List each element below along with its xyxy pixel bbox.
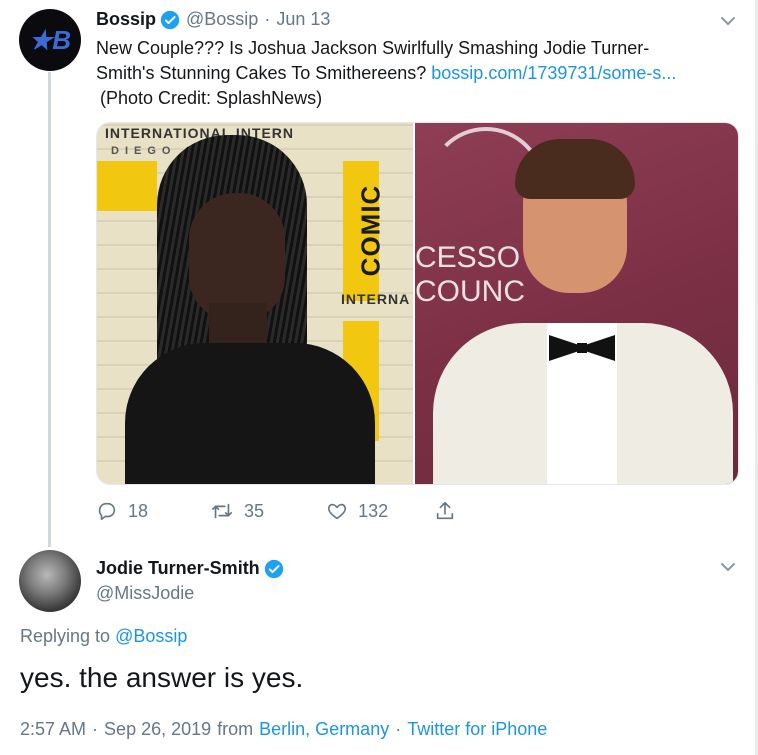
photo-subject-face bbox=[189, 193, 285, 321]
separator-dot: · bbox=[92, 719, 99, 739]
tweet-actions: 18 35 132 bbox=[96, 500, 456, 522]
separator-dot: · bbox=[395, 719, 402, 739]
avatar-bossip[interactable]: ★B bbox=[19, 9, 81, 71]
backdrop-comic-stripe-3 bbox=[97, 161, 157, 211]
tweet-date[interactable]: Jun 13 bbox=[276, 9, 330, 30]
thread-line bbox=[48, 72, 51, 547]
backdrop-word-2: COUNC bbox=[415, 275, 525, 308]
chevron-down-icon[interactable] bbox=[720, 560, 736, 578]
backdrop-sign-mid: INTERNA bbox=[341, 291, 411, 307]
separator-dot: · bbox=[264, 9, 271, 29]
reply-author-name[interactable]: Jodie Turner-Smith bbox=[96, 558, 260, 579]
tweet-link[interactable]: bossip.com/1739731/some-s... bbox=[431, 63, 676, 83]
replying-to-prefix: Replying to bbox=[20, 626, 116, 646]
verified-badge-icon bbox=[264, 559, 284, 579]
photo-joshua[interactable]: CESSO COUNC bbox=[415, 123, 738, 484]
avatar-jodie[interactable] bbox=[19, 550, 81, 612]
photo-subject-body bbox=[125, 343, 375, 484]
share-button[interactable] bbox=[434, 500, 456, 522]
reply-location[interactable]: Berlin, Germany bbox=[259, 719, 389, 740]
like-count: 132 bbox=[358, 500, 389, 521]
photo-subject-hair bbox=[515, 139, 635, 199]
reply-author-handle[interactable]: @MissJodie bbox=[96, 583, 194, 604]
retweet-button[interactable]: 35 bbox=[210, 500, 264, 522]
author-handle[interactable]: @Bossip bbox=[186, 9, 258, 30]
reply-author-row: Jodie Turner-Smith bbox=[96, 558, 284, 579]
reply-icon bbox=[98, 502, 116, 521]
retweet-icon bbox=[211, 503, 233, 519]
backdrop-comic-text: COMIC bbox=[355, 184, 386, 277]
reply-count: 18 bbox=[128, 500, 149, 521]
tweet-text-line-1: New Couple??? Is Joshua Jackson Swirlful… bbox=[96, 38, 650, 58]
share-icon bbox=[436, 501, 454, 520]
replying-to: Replying to @Bossip bbox=[20, 626, 187, 647]
avatar-logo: ★B bbox=[28, 24, 72, 55]
bow-tie-icon bbox=[549, 335, 615, 361]
backdrop-sign-text: CESSO COUNC bbox=[415, 241, 525, 309]
tweet-media[interactable]: INTERNATIONAL INTERN DIEGO SAN D COMIC I… bbox=[96, 122, 739, 485]
reply-text: yes. the answer is yes. bbox=[20, 662, 304, 693]
chevron-down-icon[interactable] bbox=[720, 14, 736, 32]
like-button[interactable]: 132 bbox=[326, 500, 388, 522]
reply-button[interactable]: 18 bbox=[96, 500, 148, 522]
reply-from: from bbox=[217, 719, 254, 739]
reply-meta: 2:57 AM · Sep 26, 2019 from Berlin, Germ… bbox=[20, 719, 547, 740]
photo-jodie[interactable]: INTERNATIONAL INTERN DIEGO SAN D COMIC I… bbox=[97, 123, 413, 484]
reply-date[interactable]: Sep 26, 2019 bbox=[104, 719, 211, 740]
author-name[interactable]: Bossip bbox=[96, 9, 156, 30]
replying-to-handle[interactable]: @Bossip bbox=[115, 626, 187, 646]
verified-badge-icon bbox=[160, 10, 180, 30]
tweet-text-plain: Smith's Stunning Cakes To Smithereens? bbox=[96, 63, 432, 83]
backdrop-word-1: CESSO bbox=[415, 241, 521, 274]
reply-time[interactable]: 2:57 AM bbox=[20, 719, 86, 740]
retweet-count: 35 bbox=[244, 500, 265, 521]
backdrop-sign-top: INTERNATIONAL INTERN bbox=[105, 125, 295, 141]
like-icon bbox=[328, 503, 347, 520]
tweet-text-line-2: Smith's Stunning Cakes To Smithereens? b… bbox=[96, 61, 736, 86]
photo-credit: (Photo Credit: SplashNews) bbox=[100, 88, 323, 108]
tweet-text: New Couple??? Is Joshua Jackson Swirlful… bbox=[96, 36, 736, 86]
tweet-header: Bossip @Bossip · Jun 13 bbox=[96, 9, 330, 30]
reply-client[interactable]: Twitter for iPhone bbox=[407, 719, 547, 740]
